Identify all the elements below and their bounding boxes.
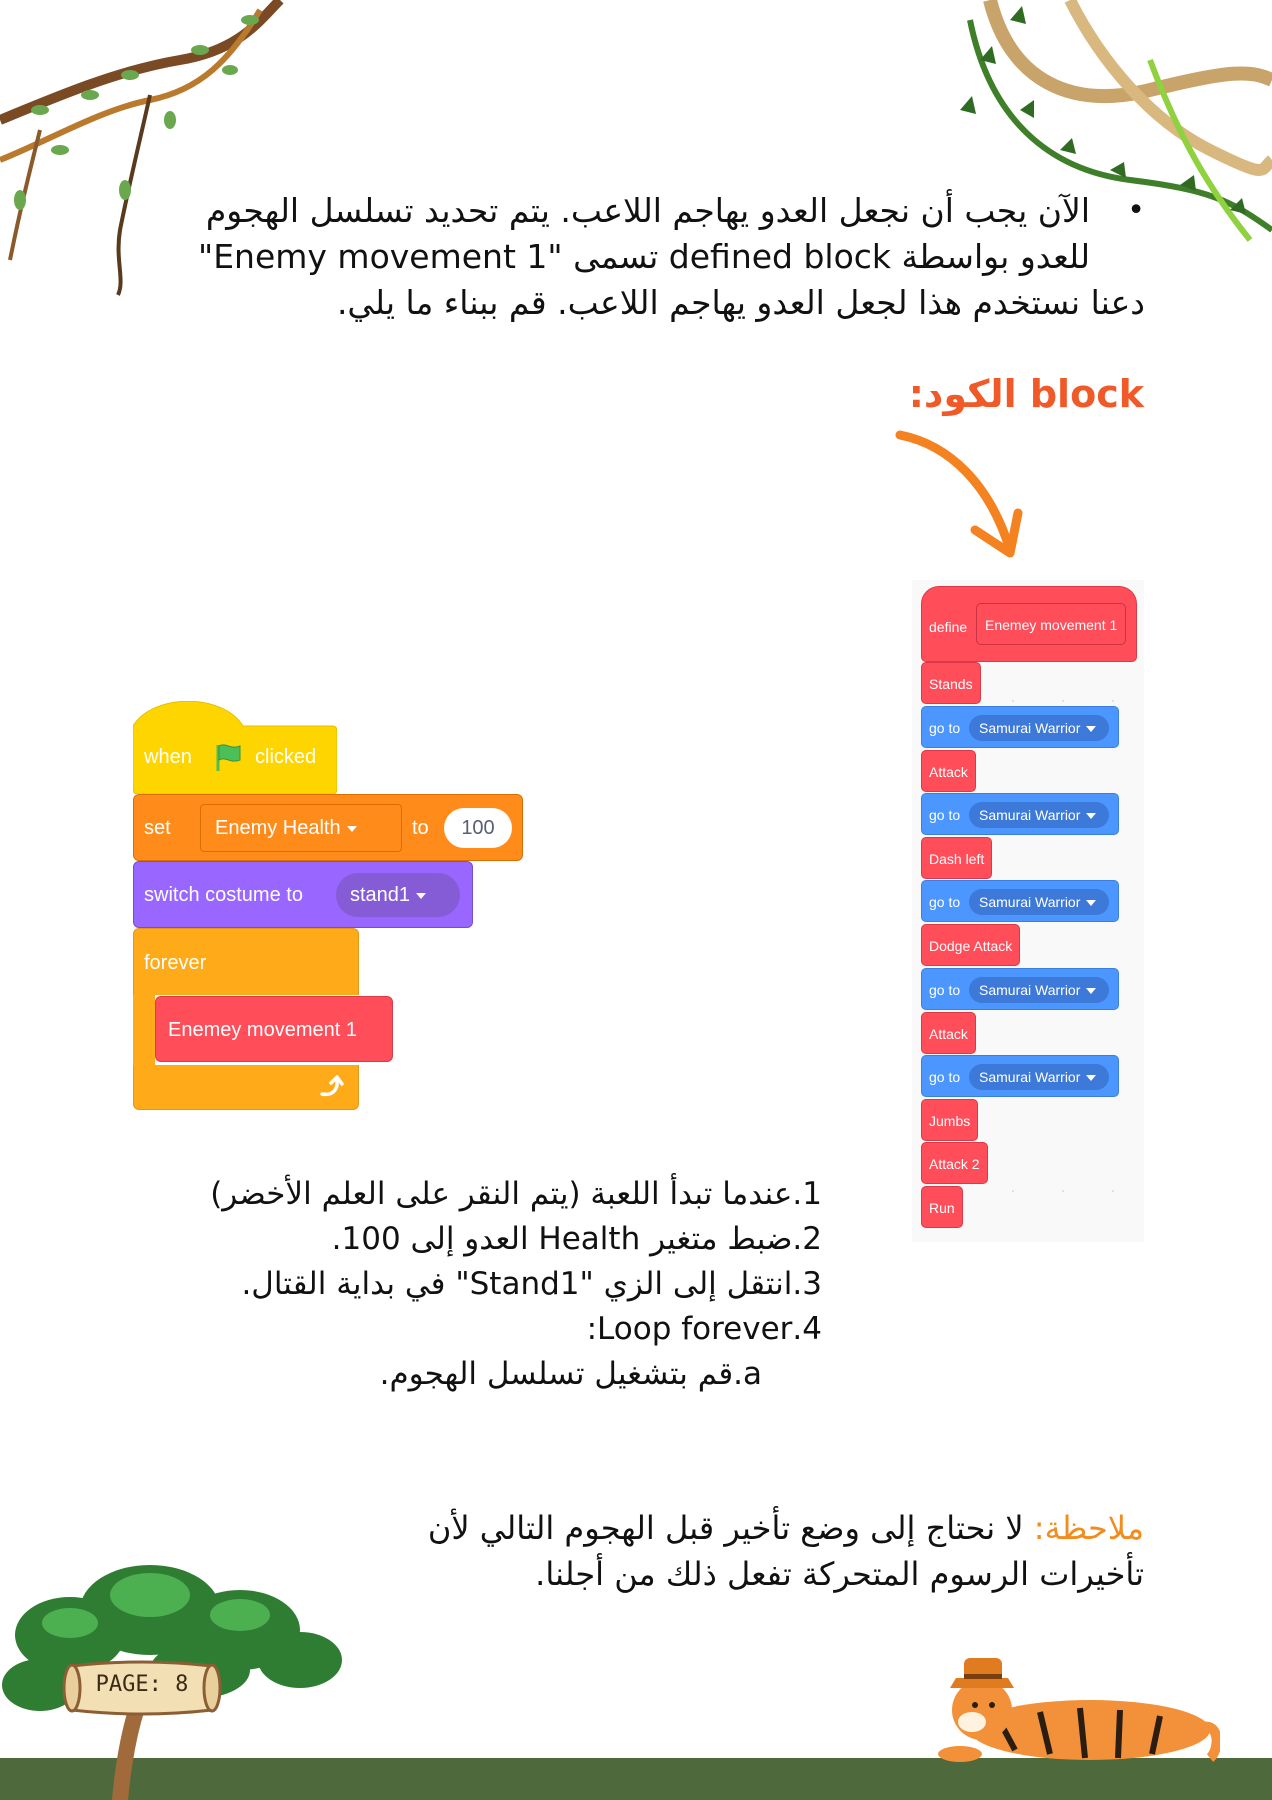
to-label: to bbox=[412, 817, 429, 839]
define-label: define bbox=[929, 619, 968, 635]
chevron-down-icon bbox=[416, 892, 427, 899]
target-name: Samurai Warrior bbox=[979, 982, 1081, 998]
block-dash-left[interactable]: Dash left bbox=[921, 837, 993, 879]
arrow-down-icon bbox=[895, 430, 1023, 558]
target-name: Samurai Warrior bbox=[979, 807, 1081, 823]
go-to-label: go to bbox=[929, 894, 961, 910]
block-go-to[interactable]: go to Samurai Warrior bbox=[921, 1055, 1119, 1097]
step-4a: a.قم بتشغيل تسلسل الهجوم. bbox=[379, 1356, 762, 1392]
chevron-down-icon bbox=[346, 825, 357, 832]
go-to-label: go to bbox=[929, 1069, 961, 1085]
target-name: Samurai Warrior bbox=[979, 720, 1081, 736]
block-dodge-attack[interactable]: Dodge Attack bbox=[921, 924, 1021, 966]
target-dropdown[interactable]: Samurai Warrior bbox=[969, 977, 1109, 1003]
step-3: 3.انتقل إلى الزي "Stand1" في بداية القتا… bbox=[241, 1266, 822, 1302]
intro-paragraph: • الآن يجب أن نجعل العدو يهاجم اللاعب. ي… bbox=[110, 188, 1145, 326]
green-flag-icon bbox=[216, 744, 241, 771]
forever-arm bbox=[133, 995, 155, 1067]
block-attack[interactable]: Attack bbox=[921, 1012, 976, 1054]
note-line-2: تأخيرات الرسوم المتحركة تفعل ذلك من أجلن… bbox=[535, 1555, 1144, 1593]
note-label: ملاحظة: bbox=[1033, 1509, 1144, 1547]
go-to-label: go to bbox=[929, 720, 961, 736]
block-attack-2[interactable]: Attack 2 bbox=[921, 1142, 988, 1184]
chevron-down-icon bbox=[1086, 1075, 1097, 1082]
variable-dropdown[interactable]: Enemy Health bbox=[200, 804, 402, 852]
value-input[interactable]: 100 bbox=[444, 808, 512, 848]
costume-name: stand1 bbox=[350, 884, 411, 906]
block-jumbs[interactable]: Jumbs bbox=[921, 1099, 979, 1141]
block-go-to[interactable]: go to Samurai Warrior bbox=[921, 706, 1119, 748]
code-heading: block الكود: bbox=[908, 372, 1144, 416]
target-name: Samurai Warrior bbox=[979, 894, 1081, 910]
intro-line-3: دعنا نستخدم هذا لجعل العدو يهاجم اللاعب.… bbox=[336, 283, 1145, 322]
intro-line-2: للعدو بواسطة defined block تسمى "Enemy m… bbox=[198, 237, 1090, 276]
chevron-down-icon bbox=[1086, 988, 1097, 995]
loop-arrow-icon bbox=[320, 1075, 344, 1097]
when-label: when bbox=[144, 746, 192, 768]
target-dropdown[interactable]: Samurai Warrior bbox=[969, 802, 1109, 828]
note-paragraph: ملاحظة: لا نحتاج إلى وضع تأخير قبل الهجو… bbox=[244, 1505, 1144, 1597]
tiger-illustration bbox=[938, 1658, 1220, 1762]
go-to-label: go to bbox=[929, 982, 961, 998]
set-label: set bbox=[144, 817, 171, 839]
steps-list: 1.عندما تبدأ اللعبة (يتم النقر على العلم… bbox=[82, 1172, 822, 1397]
define-name-box: Enemey movement 1 bbox=[976, 603, 1126, 645]
chevron-down-icon bbox=[1086, 900, 1097, 907]
switch-costume-label: switch costume to bbox=[144, 884, 303, 906]
target-dropdown[interactable]: Samurai Warrior bbox=[969, 1064, 1109, 1090]
costume-dropdown[interactable]: stand1 bbox=[336, 873, 460, 917]
forever-label: forever bbox=[144, 952, 207, 974]
note-line-1: لا نحتاج إلى وضع تأخير قبل الهجوم التالي… bbox=[427, 1509, 1024, 1547]
go-to-label: go to bbox=[929, 807, 961, 823]
target-dropdown[interactable]: Samurai Warrior bbox=[969, 889, 1109, 915]
block-stands[interactable]: Stands bbox=[921, 662, 981, 704]
chevron-down-icon bbox=[1086, 813, 1097, 820]
page-number-label: PAGE: 8 bbox=[95, 1672, 189, 1697]
clicked-label: clicked bbox=[255, 746, 317, 768]
block-go-to[interactable]: go to Samurai Warrior bbox=[921, 968, 1119, 1010]
block-go-to[interactable]: go to Samurai Warrior bbox=[921, 793, 1119, 835]
block-run[interactable]: Run bbox=[921, 1186, 963, 1228]
step-1: 1.عندما تبدأ اللعبة (يتم النقر على العلم… bbox=[210, 1176, 822, 1212]
step-4: 4.Loop forever: bbox=[586, 1311, 822, 1347]
bullet-point: • bbox=[1127, 193, 1145, 228]
step-2: 2.ضبط متغير Health العدو إلى 100. bbox=[331, 1221, 822, 1257]
intro-line-1: الآن يجب أن نجعل العدو يهاجم اللاعب. يتم… bbox=[205, 191, 1090, 230]
chevron-down-icon bbox=[1086, 726, 1097, 733]
target-name: Samurai Warrior bbox=[979, 1069, 1081, 1085]
call-block-label: Enemey movement 1 bbox=[168, 1019, 357, 1041]
variable-name: Enemy Health bbox=[215, 817, 341, 839]
block-go-to[interactable]: go to Samurai Warrior bbox=[921, 880, 1119, 922]
target-dropdown[interactable]: Samurai Warrior bbox=[969, 715, 1109, 741]
block-attack[interactable]: Attack bbox=[921, 750, 976, 792]
